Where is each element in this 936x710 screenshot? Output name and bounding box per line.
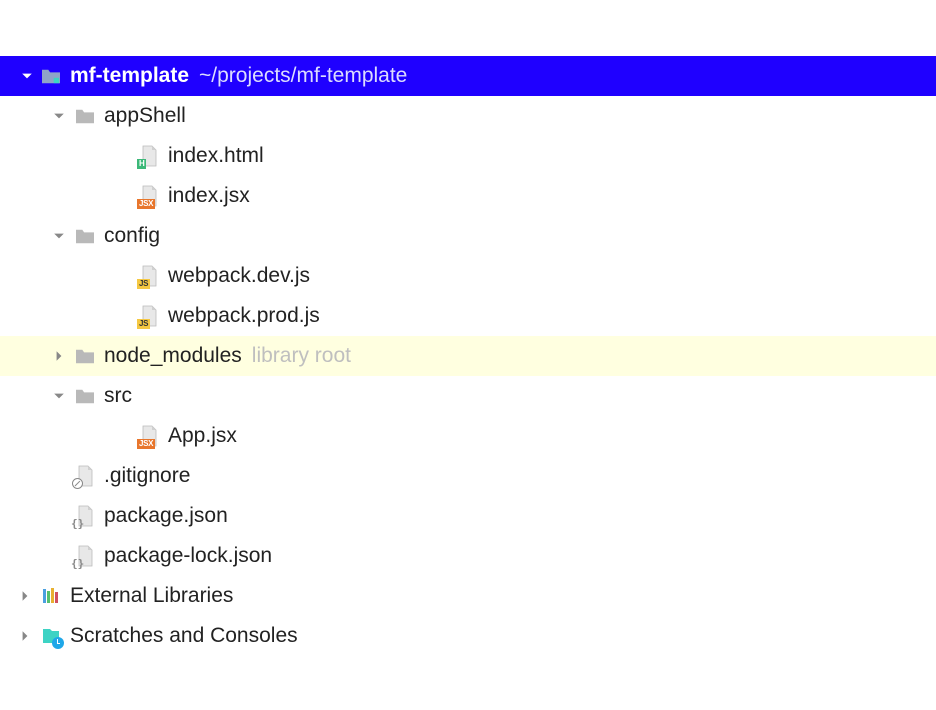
- tree-row-config[interactable]: config: [0, 216, 936, 256]
- file-label: package-lock.json: [104, 544, 272, 568]
- file-label: package.json: [104, 504, 228, 528]
- chevron-down-icon[interactable]: [51, 108, 67, 124]
- tree-row-src[interactable]: src: [0, 376, 936, 416]
- chevron-down-icon[interactable]: [19, 68, 35, 84]
- external-libraries-icon: [40, 585, 62, 607]
- root-name: mf-template: [70, 64, 189, 88]
- json-file-icon: {}: [74, 504, 96, 528]
- file-label: index.jsx: [168, 184, 250, 208]
- folder-icon: [74, 225, 96, 247]
- folder-icon: [74, 345, 96, 367]
- js-file-icon: JS: [138, 264, 160, 288]
- chevron-right-icon[interactable]: [17, 588, 33, 604]
- scratches-icon: [40, 625, 62, 647]
- js-file-icon: JS: [138, 304, 160, 328]
- tree-row-app-jsx[interactable]: JSX App.jsx: [0, 416, 936, 456]
- html-file-icon: H: [138, 144, 160, 168]
- tree-row-node-modules[interactable]: node_modules library root: [0, 336, 936, 376]
- file-label: webpack.prod.js: [168, 304, 320, 328]
- chevron-right-icon[interactable]: [51, 348, 67, 364]
- library-root-hint: library root: [252, 344, 351, 368]
- file-label: App.jsx: [168, 424, 237, 448]
- folder-label: src: [104, 384, 132, 408]
- scratches-label: Scratches and Consoles: [70, 624, 298, 648]
- tree-row-webpack-prod[interactable]: JS webpack.prod.js: [0, 296, 936, 336]
- chevron-right-icon[interactable]: [17, 628, 33, 644]
- chevron-down-icon[interactable]: [51, 388, 67, 404]
- folder-label: node_modules: [104, 344, 242, 368]
- tree-row-gitignore[interactable]: .gitignore: [0, 456, 936, 496]
- file-label: index.html: [168, 144, 264, 168]
- tree-row-package-lock[interactable]: {} package-lock.json: [0, 536, 936, 576]
- json-file-icon: {}: [74, 544, 96, 568]
- tree-row-appshell[interactable]: appShell: [0, 96, 936, 136]
- root-path: ~/projects/mf-template: [199, 64, 407, 88]
- gitignore-file-icon: [74, 464, 96, 488]
- tree-row-external-libraries[interactable]: External Libraries: [0, 576, 936, 616]
- file-label: webpack.dev.js: [168, 264, 310, 288]
- folder-label: config: [104, 224, 160, 248]
- tree-row-package-json[interactable]: {} package.json: [0, 496, 936, 536]
- folder-label: appShell: [104, 104, 186, 128]
- tree-row-index-html[interactable]: H index.html: [0, 136, 936, 176]
- file-label: .gitignore: [104, 464, 190, 488]
- jsx-file-icon: JSX: [138, 424, 160, 448]
- tree-row-webpack-dev[interactable]: JS webpack.dev.js: [0, 256, 936, 296]
- tree-row-root[interactable]: mf-template ~/projects/mf-template: [0, 56, 936, 96]
- jsx-file-icon: JSX: [138, 184, 160, 208]
- project-folder-icon: [40, 65, 62, 87]
- folder-icon: [74, 385, 96, 407]
- chevron-down-icon[interactable]: [51, 228, 67, 244]
- tree-row-index-jsx[interactable]: JSX index.jsx: [0, 176, 936, 216]
- folder-icon: [74, 105, 96, 127]
- project-tree: mf-template ~/projects/mf-template appSh…: [0, 0, 936, 656]
- external-libraries-label: External Libraries: [70, 584, 233, 608]
- tree-row-scratches[interactable]: Scratches and Consoles: [0, 616, 936, 656]
